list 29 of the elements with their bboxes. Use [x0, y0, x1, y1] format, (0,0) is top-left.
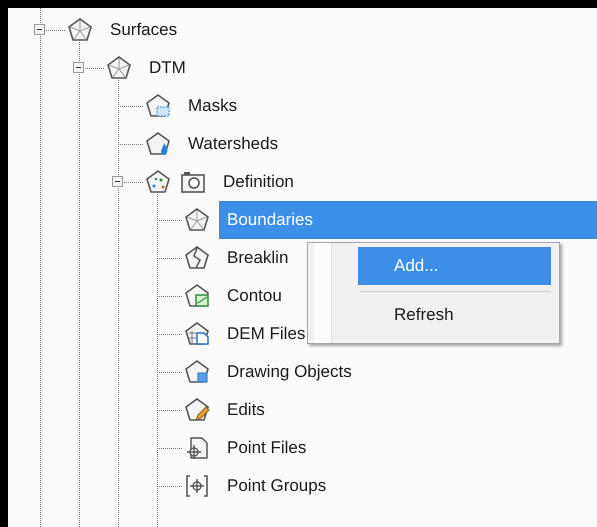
surface-icon [184, 207, 210, 233]
surface-points-icon [145, 169, 171, 195]
surface-mask-icon [145, 93, 171, 119]
surface-pencil-icon [184, 397, 210, 423]
surface-icon [67, 17, 93, 43]
tree-item[interactable]: Masks [180, 87, 246, 125]
surface-document-icon [184, 321, 210, 347]
collapse-icon[interactable] [112, 176, 123, 187]
camera-icon [180, 169, 206, 195]
tree-item[interactable]: Point Groups [219, 467, 334, 505]
tree-item[interactable]: Contou [219, 277, 290, 315]
collapse-icon[interactable] [34, 24, 45, 35]
bracketed-crosshair-icon [184, 473, 210, 499]
tree-item[interactable]: Surfaces [102, 11, 186, 49]
tree-item[interactable]: Drawing Objects [219, 353, 360, 391]
surface-cube-icon [184, 359, 210, 385]
surface-contour-icon [184, 283, 210, 309]
menu-item[interactable]: Refresh [358, 296, 551, 334]
tree-item[interactable]: Breaklin [219, 239, 296, 277]
tree-item[interactable]: Edits [219, 391, 273, 429]
surface-water-drop-icon [145, 131, 171, 157]
tree-item[interactable]: Watersheds [180, 125, 286, 163]
tree-item[interactable]: DTM [141, 49, 194, 87]
tree-item[interactable]: Definition [215, 163, 302, 201]
tree-item[interactable]: Point Files [219, 429, 314, 467]
surface-icon [106, 55, 132, 81]
collapse-icon[interactable] [73, 62, 84, 73]
surface-breakline-icon [184, 245, 210, 271]
document-crosshair-icon [184, 435, 210, 461]
